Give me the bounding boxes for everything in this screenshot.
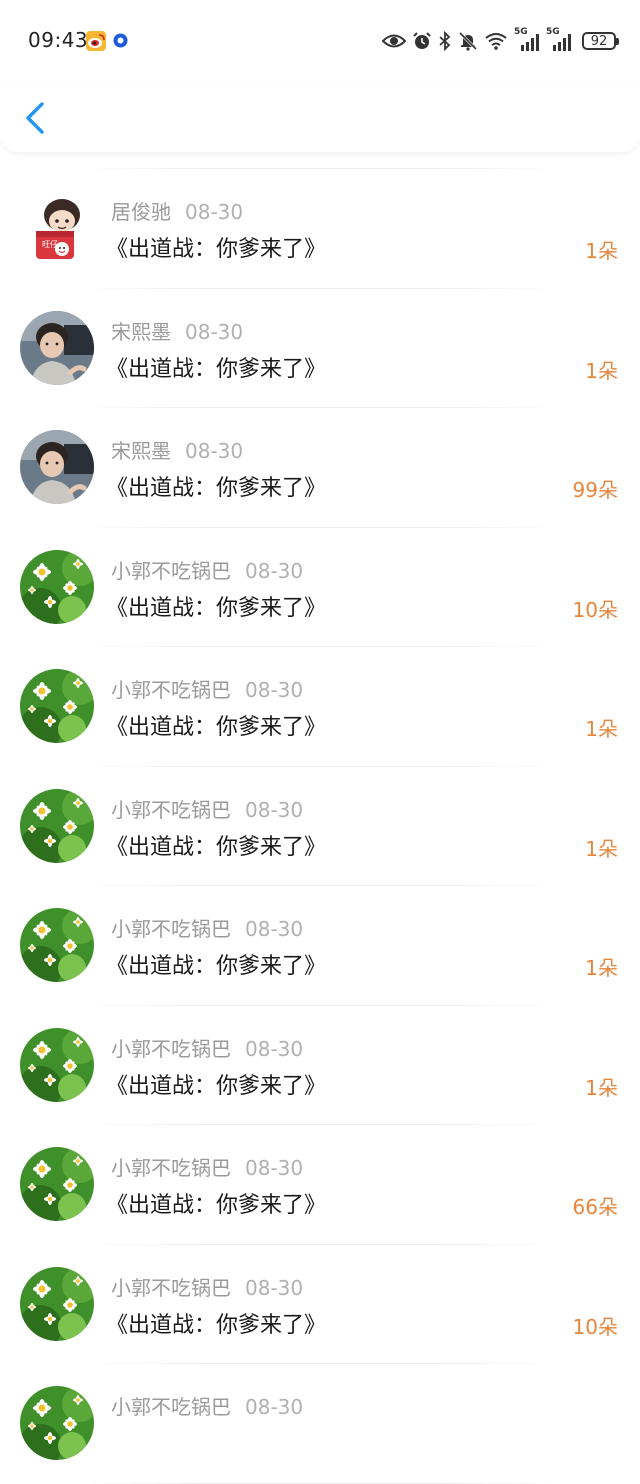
item-meta: 小郭不吃锅巴 08-30	[111, 794, 303, 823]
list-item[interactable]: 宋熙墨 08-30 《出道战：你爹来了》 99朵	[0, 408, 640, 528]
avatar[interactable]	[20, 311, 94, 385]
user-name[interactable]: 小郭不吃锅巴	[111, 1395, 231, 1419]
user-name[interactable]: 居俊驰	[111, 200, 171, 224]
item-date: 08-30	[185, 439, 244, 463]
item-title: 《出道战：你爹来了》	[106, 237, 327, 262]
avatar[interactable]	[20, 1386, 94, 1460]
list-item[interactable]: 小郭不吃锅巴 08-30 《出道战：你爹来了》 10朵	[0, 528, 640, 647]
avatar[interactable]	[20, 550, 94, 624]
user-name[interactable]: 小郭不吃锅巴	[111, 917, 231, 941]
item-date: 08-30	[245, 558, 304, 583]
item-meta: 小郭不吃锅巴 08-30	[111, 1272, 303, 1301]
flower-count: 1朵	[585, 358, 618, 383]
item-meta: 小郭不吃锅巴 08-30	[111, 1391, 303, 1420]
item-date: 08-30	[245, 1156, 304, 1180]
item-date: 08-30	[245, 1395, 304, 1419]
flower-count: 1朵	[585, 956, 618, 980]
avatar[interactable]	[20, 1028, 94, 1102]
list-item[interactable]: 小郭不吃锅巴 08-30 《出道战：你爹来了》 1朵	[0, 647, 640, 767]
list-item[interactable]: 小郭不吃锅巴 08-30 《出道战：你爹来了》 1朵	[0, 1006, 640, 1125]
weibo-icon	[86, 31, 106, 51]
list-item[interactable]: 小郭不吃锅巴 08-30 《出道战：你爹来了》 66朵	[0, 1125, 640, 1245]
item-meta: 宋熙墨 08-30	[111, 316, 243, 345]
item-date: 08-30	[245, 797, 304, 822]
signal-2: 5G	[546, 27, 572, 51]
item-meta: 居俊驰 08-30	[111, 196, 243, 225]
flower-count: 1朵	[585, 1075, 618, 1100]
mute-bell-icon	[458, 31, 478, 51]
flower-count: 1朵	[585, 836, 618, 861]
flower-count: 10朵	[572, 597, 618, 622]
signal-1: 5G	[514, 27, 540, 51]
user-name[interactable]: 小郭不吃锅巴	[111, 1156, 231, 1180]
status-bar: 09:43 5G 5G 92	[0, 0, 640, 82]
flower-count: 1朵	[585, 239, 618, 263]
user-name[interactable]: 小郭不吃锅巴	[111, 559, 231, 583]
avatar[interactable]	[20, 430, 94, 504]
item-meta: 小郭不吃锅巴 08-30	[111, 555, 303, 584]
avatar[interactable]	[20, 669, 94, 743]
item-title: 《出道战：你爹来了》	[106, 1073, 327, 1099]
user-name[interactable]: 小郭不吃锅巴	[111, 798, 231, 822]
item-title: 《出道战：你爹来了》	[106, 715, 327, 740]
item-meta: 小郭不吃锅巴 08-30	[111, 674, 303, 703]
item-title: 《出道战：你爹来了》	[106, 834, 327, 860]
flower-count: 10朵	[572, 1314, 618, 1339]
cellular-signal-icon	[553, 34, 571, 51]
avatar[interactable]	[20, 1267, 94, 1341]
system-icons: 5G 5G 92	[382, 27, 619, 54]
item-date: 08-30	[245, 917, 304, 941]
battery-indicator: 92	[582, 32, 619, 50]
list-item[interactable]: 小郭不吃锅巴 08-30 《出道战：你爹来了》 1朵	[0, 767, 640, 886]
item-date: 08-30	[185, 200, 244, 224]
avatar[interactable]	[20, 191, 94, 265]
flower-count: 99朵	[572, 478, 618, 502]
avatar[interactable]	[20, 908, 94, 982]
item-meta: 宋熙墨 08-30	[111, 435, 243, 464]
user-name[interactable]: 宋熙墨	[111, 439, 171, 463]
user-name[interactable]: 小郭不吃锅巴	[111, 1037, 231, 1061]
item-title: 《出道战：你爹来了》	[106, 954, 327, 979]
avatar[interactable]	[20, 1147, 94, 1221]
item-meta: 小郭不吃锅巴 08-30	[111, 1152, 303, 1181]
item-date: 08-30	[245, 1036, 304, 1061]
avatar[interactable]	[20, 789, 94, 863]
item-title: 《出道战：你爹来了》	[106, 1193, 327, 1218]
back-button[interactable]	[18, 98, 54, 138]
flower-count: 1朵	[585, 717, 618, 741]
user-name[interactable]: 小郭不吃锅巴	[111, 1276, 231, 1300]
user-name[interactable]: 宋熙墨	[111, 320, 171, 344]
eye-icon	[382, 34, 406, 48]
list-item[interactable]: 居俊驰 08-30 《出道战：你爹来了》 1朵	[0, 169, 640, 289]
cellular-signal-icon	[521, 34, 539, 51]
list-item[interactable]: 小郭不吃锅巴 08-30	[0, 1364, 640, 1484]
wifi-icon	[485, 33, 507, 50]
item-title: 《出道战：你爹来了》	[106, 476, 327, 501]
item-date: 08-30	[245, 678, 304, 702]
status-time: 09:43	[28, 28, 89, 52]
user-name[interactable]: 小郭不吃锅巴	[111, 678, 231, 702]
list-item[interactable]: 小郭不吃锅巴 08-30 《出道战：你爹来了》 10朵	[0, 1245, 640, 1364]
item-date: 08-30	[245, 1275, 304, 1300]
item-title: 《出道战：你爹来了》	[106, 1312, 327, 1338]
bluetooth-icon	[439, 31, 451, 51]
divider	[80, 1482, 560, 1484]
chevron-left-icon	[26, 102, 44, 134]
app-notification-icon	[113, 33, 128, 48]
alarm-icon	[413, 32, 431, 49]
item-meta: 小郭不吃锅巴 08-30	[111, 913, 303, 942]
item-title: 《出道战：你爹来了》	[106, 356, 327, 382]
list-item[interactable]: 小郭不吃锅巴 08-30 《出道战：你爹来了》 1朵	[0, 886, 640, 1006]
flower-count: 66朵	[572, 1195, 618, 1219]
item-title: 《出道战：你爹来了》	[106, 595, 327, 621]
item-date: 08-30	[185, 319, 244, 344]
item-meta: 小郭不吃锅巴 08-30	[111, 1033, 303, 1062]
nav-bar	[0, 82, 640, 152]
list-item[interactable]: 宋熙墨 08-30 《出道战：你爹来了》 1朵	[0, 289, 640, 408]
